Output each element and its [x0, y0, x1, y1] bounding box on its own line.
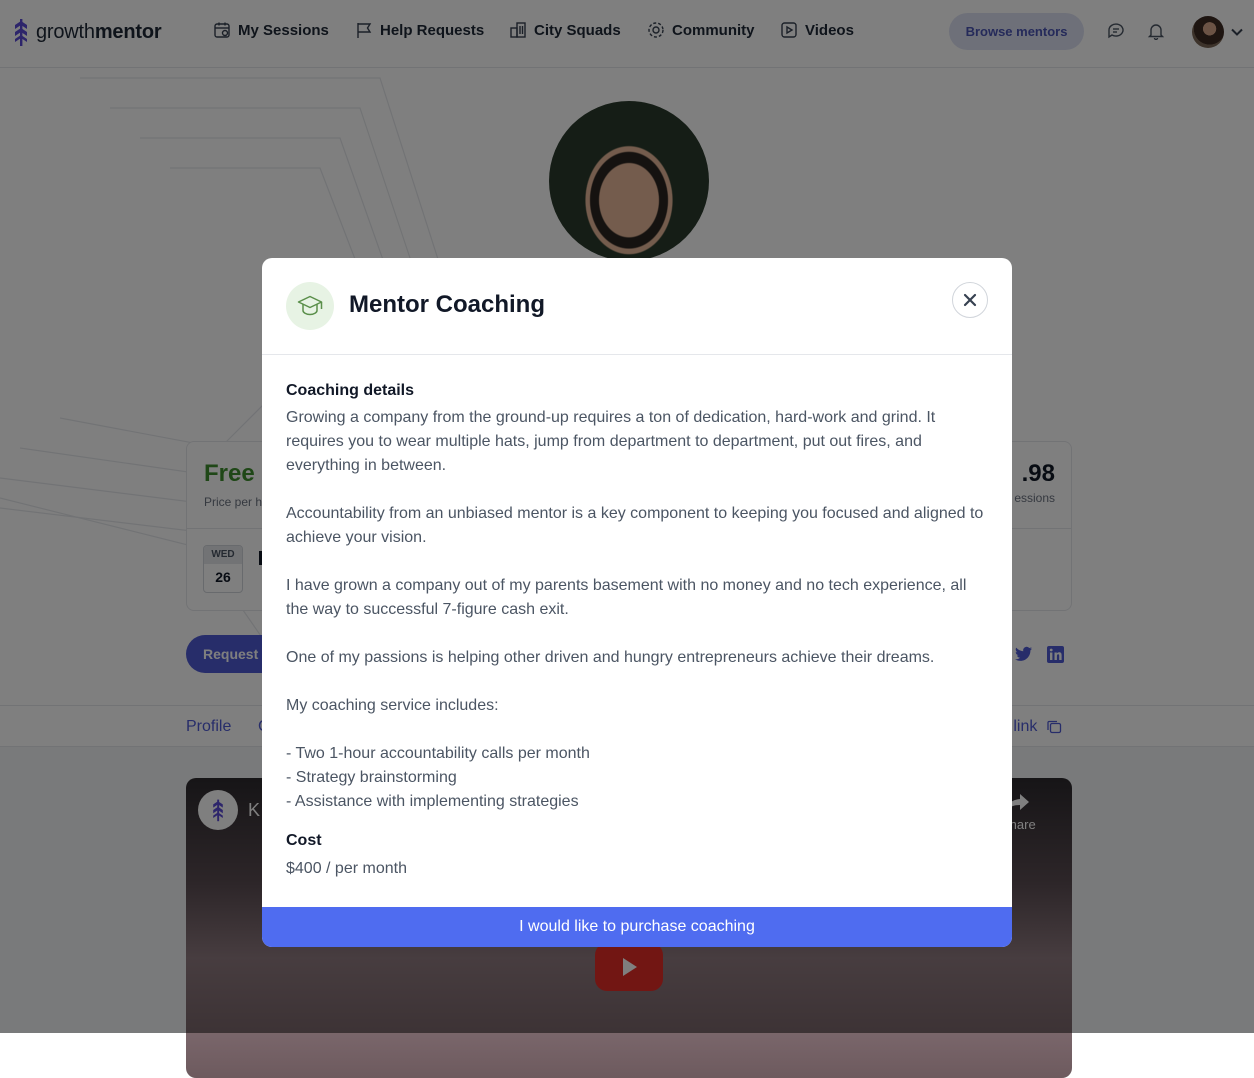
modal-title: Mentor Coaching [349, 291, 545, 318]
details-paragraph: My coaching service includes: [286, 697, 499, 714]
details-paragraph: One of my passions is helping other driv… [286, 649, 935, 666]
close-button[interactable] [952, 282, 988, 318]
coaching-details-text: Growing a company from the ground-up req… [286, 406, 988, 814]
modal-header: Mentor Coaching [262, 258, 1012, 355]
close-icon [963, 293, 977, 307]
graduation-cap-badge [286, 282, 334, 330]
cost-heading: Cost [286, 832, 322, 849]
service-list-item: - Strategy brainstorming [286, 769, 457, 786]
details-paragraph: Accountability from an unbiased mentor i… [286, 505, 984, 546]
cost-value: $400 / per month [286, 860, 407, 877]
graduation-cap-icon [297, 295, 323, 316]
coaching-details-heading: Coaching details [286, 382, 415, 399]
details-paragraph: I have grown a company out of my parents… [286, 577, 967, 618]
service-list-item: - Assistance with implementing strategie… [286, 793, 579, 810]
purchase-coaching-button[interactable]: I would like to purchase coaching [262, 907, 1012, 947]
mentor-coaching-modal: Mentor Coaching Coaching details Growing… [262, 258, 1012, 947]
details-paragraph: Growing a company from the ground-up req… [286, 409, 936, 474]
service-list-item: - Two 1-hour accountability calls per mo… [286, 745, 590, 762]
modal-body: Coaching details Growing a company from … [286, 380, 988, 881]
